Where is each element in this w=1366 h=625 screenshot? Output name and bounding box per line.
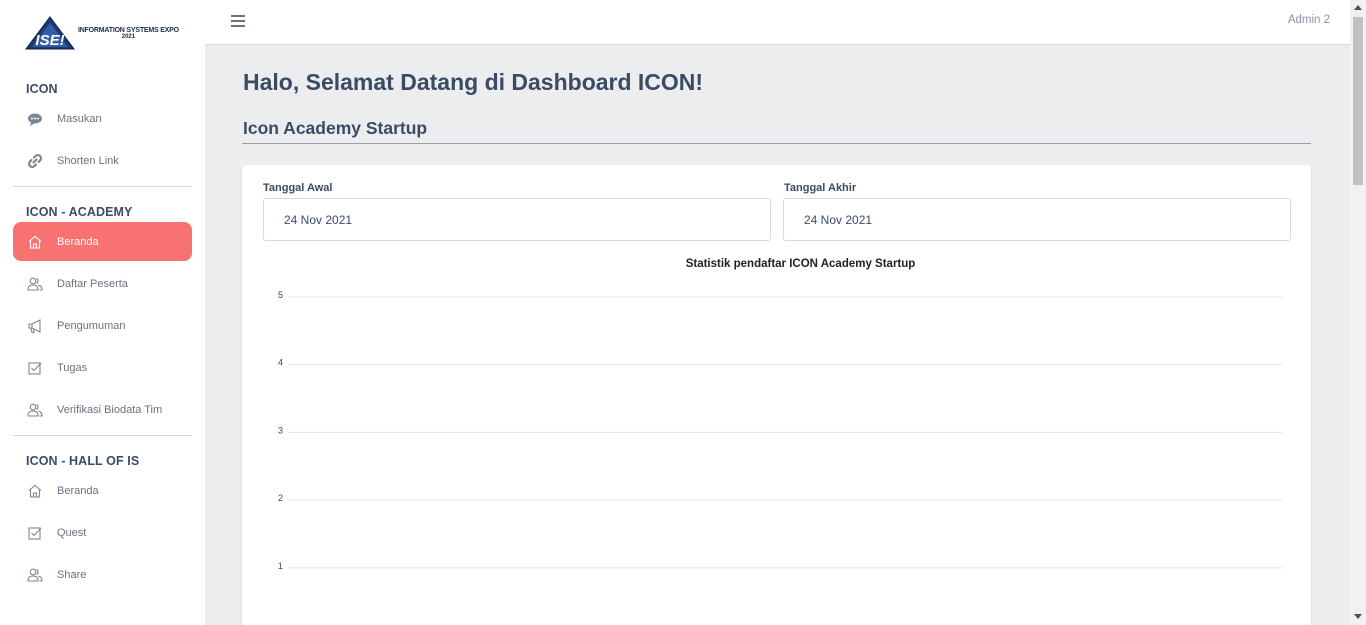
- sidebar-item-label: Daftar Peserta: [57, 277, 128, 290]
- sidebar-item-label: Quest: [57, 526, 87, 539]
- sidebar-item-share[interactable]: Share: [13, 555, 192, 594]
- sidebar-item-label: Beranda: [57, 235, 99, 248]
- brand[interactable]: ISE! INFORMATION SYSTEMS EXPO 2021: [0, 0, 205, 66]
- sidebar-divider: [13, 186, 192, 187]
- y-tick-label: 4: [278, 358, 283, 368]
- people-icon: [27, 402, 43, 418]
- registrant-chart: Statistik pendaftar ICON Academy Startup…: [242, 249, 1311, 625]
- logo-line2: 2021: [121, 33, 136, 40]
- hamburger-menu-icon[interactable]: [231, 15, 245, 27]
- logo-mark-icon: ISE!: [24, 15, 76, 51]
- sidebar-item-masukan[interactable]: Masukan: [13, 99, 192, 138]
- sidebar-item-verifikasi-biodata-tim[interactable]: Verifikasi Biodata Tim: [13, 390, 192, 429]
- sidebar-item-label: Masukan: [57, 112, 102, 125]
- sidebar-item-academy-beranda[interactable]: Beranda: [13, 222, 192, 261]
- home-icon: [27, 483, 43, 499]
- sidebar-item-label: Beranda: [57, 484, 99, 497]
- chart-title: Statistik pendaftar ICON Academy Startup: [686, 258, 916, 270]
- start-date-label: Tanggal Awal: [263, 182, 333, 194]
- end-date-input[interactable]: [783, 198, 1291, 241]
- megaphone-icon: [27, 318, 43, 334]
- logo-line1: INFORMATION SYSTEMS EXPO: [78, 26, 179, 34]
- svg-text:ISE!: ISE!: [35, 32, 64, 49]
- checkbox-icon: [27, 525, 43, 541]
- section-divider: [242, 143, 1311, 144]
- top-header: Admin 2: [205, 0, 1350, 45]
- scrollbar-thumb[interactable]: [1353, 17, 1363, 185]
- speech-bubble-icon: [27, 111, 43, 127]
- scroll-up-arrow-icon[interactable]: [1354, 5, 1362, 10]
- user-menu[interactable]: Admin 2: [1288, 14, 1330, 26]
- people-icon: [27, 567, 43, 583]
- sidebar-item-pengumuman[interactable]: Pengumuman: [13, 306, 192, 345]
- nav-title-hall-of-is: ICON - HALL OF IS: [26, 454, 140, 468]
- statistics-card: Tanggal Awal Tanggal Akhir Statistik pen…: [242, 165, 1311, 625]
- sidebar-item-label: Tugas: [57, 361, 88, 374]
- logo-text: INFORMATION SYSTEMS EXPO 2021: [78, 27, 179, 40]
- sidebar-item-label: Share: [57, 568, 87, 581]
- nav-title-academy: ICON - ACADEMY: [26, 205, 133, 219]
- logo: ISE! INFORMATION SYSTEMS EXPO 2021: [24, 15, 179, 51]
- page-scrollbar[interactable]: [1350, 0, 1366, 625]
- link-icon: [27, 153, 43, 169]
- sidebar-item-tugas[interactable]: Tugas: [13, 348, 192, 387]
- main-content: Halo, Selamat Datang di Dashboard ICON! …: [205, 45, 1350, 625]
- y-tick-label: 5: [278, 290, 283, 300]
- sidebar-item-label: Shorten Link: [57, 154, 119, 167]
- end-date-label: Tanggal Akhir: [784, 182, 857, 194]
- section-title: Icon Academy Startup: [243, 118, 428, 138]
- scroll-down-arrow-icon[interactable]: [1354, 614, 1362, 619]
- sidebar-item-shorten-link[interactable]: Shorten Link: [13, 141, 192, 180]
- nav-title-icon-group: ICON: [26, 82, 58, 96]
- checkbox-icon: [27, 360, 43, 376]
- chart-svg: Statistik pendaftar ICON Academy Startup…: [278, 258, 1282, 571]
- sidebar-item-hall-beranda[interactable]: Beranda: [13, 471, 192, 510]
- sidebar-item-daftar-peserta[interactable]: Daftar Peserta: [13, 264, 192, 303]
- start-date-input[interactable]: [263, 198, 771, 241]
- sidebar: ISE! INFORMATION SYSTEMS EXPO 2021 ICON …: [0, 0, 205, 625]
- y-tick-label: 2: [278, 493, 283, 503]
- sidebar-item-quest[interactable]: Quest: [13, 513, 192, 552]
- page-title: Halo, Selamat Datang di Dashboard ICON!: [243, 69, 704, 95]
- home-icon: [27, 234, 43, 250]
- sidebar-divider: [13, 435, 192, 436]
- people-icon: [27, 276, 43, 292]
- sidebar-item-label: Verifikasi Biodata Tim: [57, 403, 163, 416]
- sidebar-item-label: Pengumuman: [57, 319, 126, 332]
- y-tick-label: 1: [278, 561, 283, 571]
- y-tick-label: 3: [278, 425, 283, 435]
